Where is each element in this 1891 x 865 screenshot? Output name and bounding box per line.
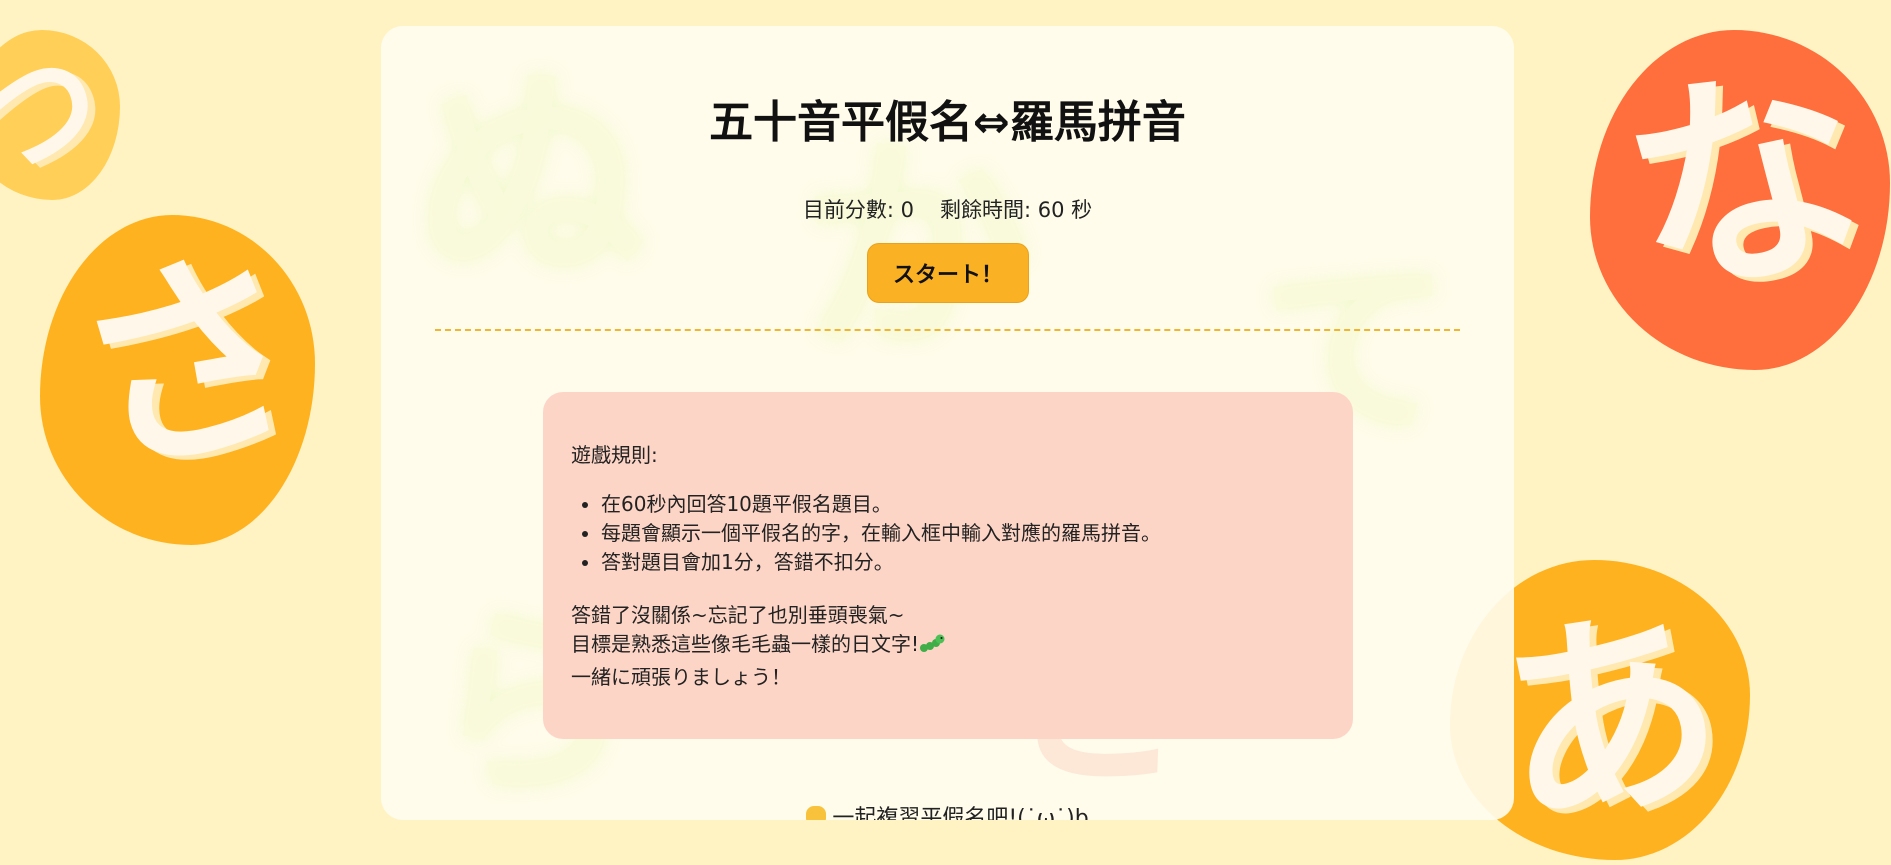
decoration-kana-left-top: つ: [0, 21, 122, 209]
timer-display: 剩餘時間: 60 秒: [939, 198, 1093, 222]
status-bar: 目前分數: 0 剩餘時間: 60 秒: [381, 194, 1514, 224]
rules-item: 在60秒內回答10題平假名題目。: [601, 490, 1325, 519]
hand-icon: [806, 806, 827, 820]
rules-heading: 遊戲規則:: [571, 443, 658, 467]
decoration-kana-left-mid: さ: [40, 213, 329, 545]
start-button[interactable]: スタート！: [867, 243, 1029, 303]
encouragement-line: 答錯了沒關係~忘記了也別垂頭喪氣~: [571, 603, 905, 627]
rules-list: 在60秒內回答10題平假名題目。 每題會顯示一個平假名的字，在輸入框中輸入對應的…: [571, 490, 1325, 577]
footer-text: 一起複習平假名吧!(˙ω˙)b: [832, 806, 1089, 820]
footer-message: 一起複習平假名吧!(˙ω˙)b: [381, 800, 1514, 820]
score-display: 目前分數: 0: [802, 198, 914, 222]
rules-item: 答對題目會加1分，答錯不扣分。: [601, 548, 1325, 577]
encouragement-line: 一緒に頑張りましょう！: [571, 665, 791, 689]
encouragement-text: 目標是熟悉這些像毛毛蟲一樣的日文字!: [571, 632, 920, 656]
encouragement-line-with-icon: 目標是熟悉這些像毛毛蟲一樣的日文字!: [571, 630, 1325, 663]
rules-panel: 遊戲規則: 在60秒內回答10題平假名題目。 每題會顯示一個平假名的字，在輸入框…: [543, 392, 1353, 739]
game-card: ぬ か て ら き 五十音平假名⇔羅馬拼音 目前分數: 0剩餘時間: 60 秒 …: [381, 26, 1514, 820]
divider: [435, 329, 1460, 331]
rules-item: 每題會顯示一個平假名的字，在輸入框中輸入對應的羅馬拼音。: [601, 519, 1325, 548]
page-title: 五十音平假名⇔羅馬拼音: [709, 97, 1186, 148]
decoration-kana-right-top: な: [1590, 30, 1890, 370]
caterpillar-icon: [919, 633, 945, 663]
